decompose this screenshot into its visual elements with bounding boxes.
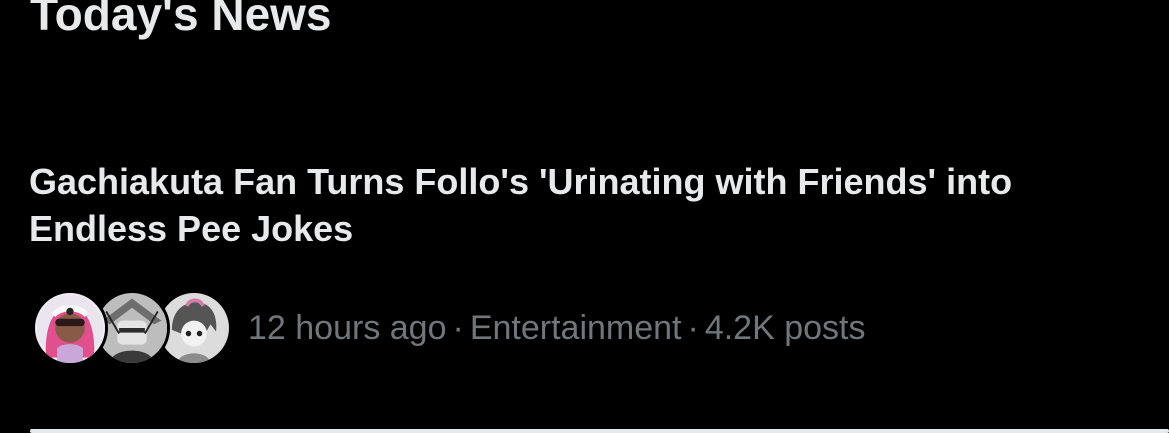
news-meta-row: 12 hours ago · Entertainment · 4.2K posts: [32, 286, 865, 370]
bottom-divider: [30, 429, 1169, 433]
separator: ·: [452, 309, 464, 347]
separator: ·: [687, 309, 699, 347]
category-label: Entertainment: [469, 309, 682, 347]
trending-news-item[interactable]: Gachiakuta Fan Turns Follo's 'Urinating …: [0, 150, 1169, 432]
time-ago: 12 hours ago: [248, 309, 447, 347]
section-title: Today's News: [30, 0, 332, 40]
pink-hair-avatar-icon: [35, 293, 105, 363]
post-count: 4.2K posts: [704, 309, 866, 347]
news-headline[interactable]: Gachiakuta Fan Turns Follo's 'Urinating …: [29, 158, 1139, 252]
avatar-stack: [32, 286, 232, 370]
news-meta-text: 12 hours ago · Entertainment · 4.2K posts: [248, 308, 865, 348]
avatar: [32, 290, 108, 366]
